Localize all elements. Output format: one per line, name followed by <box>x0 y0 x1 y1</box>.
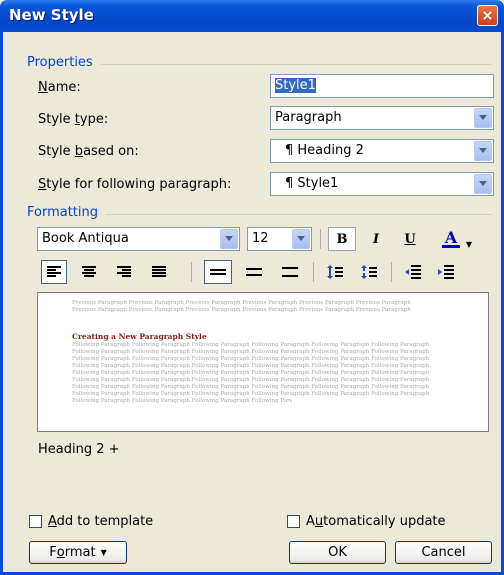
style-description: Heading 2 + <box>38 442 120 457</box>
preview-following-line: Following Paragraph Following Paragraph … <box>72 391 430 397</box>
one-half-spacing-button[interactable] <box>240 260 268 284</box>
italic-icon: I <box>372 231 380 247</box>
add-to-template-label[interactable]: Add to template <box>48 514 153 529</box>
chevron-down-icon[interactable] <box>220 229 238 249</box>
align-right-button[interactable] <box>111 260 137 284</box>
double-spacing-icon <box>282 267 298 277</box>
following-paragraph-label: Style for following paragraph: <box>38 177 232 192</box>
align-center-icon <box>82 266 96 277</box>
preview-following-line: Following Paragraph Following Paragraph … <box>72 356 430 362</box>
following-paragraph-select[interactable]: ¶ Style1 <box>270 172 494 196</box>
increase-indent-button[interactable] <box>433 260 459 284</box>
italic-button[interactable]: I <box>362 227 390 251</box>
space-after-icon <box>361 265 377 279</box>
font-color-dropdown[interactable]: ▼ <box>464 232 474 256</box>
toolbar-separator <box>313 262 314 282</box>
auto-update-checkbox[interactable] <box>287 515 300 528</box>
style-preview: Previous Paragraph Previous Paragraph Pr… <box>37 292 489 432</box>
preview-following-line: Following Paragraph Following Paragraph … <box>72 370 430 376</box>
bold-button[interactable]: B <box>328 227 356 251</box>
chevron-down-icon[interactable] <box>474 108 492 128</box>
preview-previous-line: Previous Paragraph Previous Paragraph Pr… <box>72 300 411 306</box>
ok-label: OK <box>328 545 347 560</box>
font-select[interactable]: Book Antiqua <box>37 227 240 251</box>
style-type-label: Style type: <box>38 112 109 127</box>
based-on-select[interactable]: ¶ Heading 2 <box>270 139 494 163</box>
font-size-value: 12 <box>252 231 269 246</box>
font-color-button[interactable]: A <box>440 227 462 251</box>
style-type-select[interactable]: Paragraph <box>270 106 494 130</box>
chevron-down-icon: ▼ <box>100 548 107 557</box>
justify-button[interactable] <box>146 260 172 284</box>
single-spacing-icon <box>210 269 226 275</box>
following-paragraph-value: ¶ Style1 <box>285 176 339 191</box>
ok-button[interactable]: OK <box>289 541 386 564</box>
toolbar-separator <box>391 262 392 282</box>
toolbar-separator <box>191 262 192 282</box>
bold-icon: B <box>336 231 348 247</box>
font-color-icon: A <box>444 228 458 247</box>
preview-following-line: Following Paragraph Following Paragraph … <box>72 363 430 369</box>
format-button[interactable]: Fo rmat ▼ <box>29 541 127 564</box>
preview-heading: Creating a New Paragraph Style <box>72 332 207 341</box>
add-to-template-checkbox[interactable] <box>29 515 42 528</box>
decrease-indent-icon <box>405 265 421 279</box>
underline-icon: U <box>404 231 416 247</box>
preview-following-line: Following Paragraph Following Paragraph … <box>72 342 430 348</box>
name-label: Name: <box>38 80 81 95</box>
align-center-button[interactable] <box>76 260 102 284</box>
formatting-divider <box>106 214 492 215</box>
cancel-button[interactable]: Cancel <box>395 541 492 564</box>
align-right-icon <box>117 266 131 277</box>
align-left-button[interactable] <box>41 260 67 284</box>
chevron-down-icon[interactable] <box>474 141 492 161</box>
font-value: Book Antiqua <box>42 231 129 246</box>
align-left-icon <box>47 266 61 277</box>
name-field[interactable]: Style1 <box>270 74 494 98</box>
preview-following-line: Following Paragraph Following Paragraph … <box>72 398 292 404</box>
style-type-value: Paragraph <box>275 110 342 125</box>
chevron-down-icon[interactable] <box>292 229 310 249</box>
space-before-icon <box>327 265 343 279</box>
based-on-label: Style based on: <box>38 144 139 159</box>
space-after-button[interactable] <box>356 260 382 284</box>
preview-following-line: Following Paragraph Following Paragraph … <box>72 384 430 390</box>
based-on-value: ¶ Heading 2 <box>285 143 364 158</box>
close-button[interactable]: × <box>477 5 498 26</box>
single-spacing-button[interactable] <box>204 260 232 284</box>
properties-divider <box>100 64 492 65</box>
title-bar[interactable]: New Style × <box>0 0 504 32</box>
name-field-value: Style1 <box>275 78 316 93</box>
double-spacing-button[interactable] <box>276 260 304 284</box>
properties-group-label: Properties <box>27 55 93 70</box>
preview-following-line: Following Paragraph Following Paragraph … <box>72 349 430 355</box>
previous-paragraph-preview: Previous Paragraph Previous Paragraph Pr… <box>72 300 452 314</box>
font-color-swatch <box>442 245 460 248</box>
underline-button[interactable]: U <box>396 227 424 251</box>
preview-previous-line: Previous Paragraph Previous Paragraph Pr… <box>72 307 411 313</box>
space-before-button[interactable] <box>322 260 348 284</box>
one-half-spacing-icon <box>246 268 262 276</box>
formatting-group-label: Formatting <box>27 205 99 220</box>
increase-indent-icon <box>438 265 454 279</box>
preview-following-line: Following Paragraph Following Paragraph … <box>72 377 430 383</box>
close-icon: × <box>481 8 494 24</box>
justify-icon <box>152 266 166 277</box>
following-paragraph-preview: Following Paragraph Following Paragraph … <box>72 342 456 405</box>
font-size-select[interactable]: 12 <box>247 227 312 251</box>
cancel-label: Cancel <box>421 545 466 560</box>
window-title: New Style <box>9 6 94 24</box>
decrease-indent-button[interactable] <box>400 260 426 284</box>
chevron-down-icon[interactable] <box>474 174 492 194</box>
name-label-rest: ame: <box>47 80 81 95</box>
toolbar-separator <box>320 229 321 249</box>
auto-update-label[interactable]: Automatically update <box>306 514 446 529</box>
